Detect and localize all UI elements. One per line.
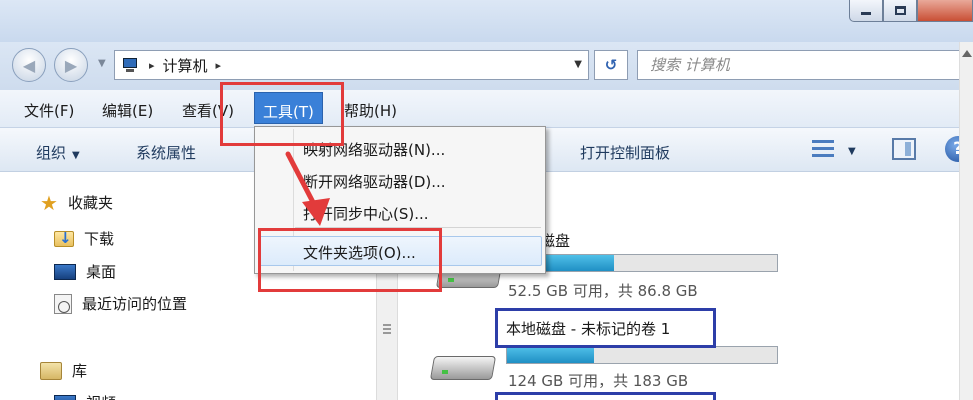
nav-recent-label: 最近访问的位置 (82, 295, 188, 313)
nav-videos[interactable]: 视频 (54, 392, 116, 400)
nav-library[interactable]: 库 (40, 360, 87, 381)
maximize-button[interactable] (883, 0, 917, 22)
drive-1-info: 52.5 GB 可用，共 86.8 GB (508, 282, 698, 300)
minimize-button[interactable] (849, 0, 883, 22)
forward-arrow-icon: ▶ (64, 55, 78, 75)
view-dropdown-icon[interactable]: ▼ (848, 146, 856, 157)
preview-pane-icon[interactable] (892, 138, 916, 160)
maximize-icon (894, 6, 906, 15)
drive-1-usage-bar (506, 254, 778, 272)
organize-label: 组织 (36, 144, 67, 162)
history-dropdown-icon[interactable]: ▼ (98, 58, 106, 69)
breadcrumb-computer[interactable]: 计算机 (163, 55, 208, 76)
nav-desktop[interactable]: 桌面 (54, 261, 116, 282)
computer-icon (121, 57, 141, 73)
title-bar (0, 0, 973, 42)
menu-file[interactable]: 文件(F) (24, 100, 74, 121)
back-button[interactable]: ◀ (12, 48, 46, 82)
highlight-box-tools-menu (220, 82, 344, 146)
vertical-scrollbar[interactable] (959, 42, 973, 400)
videos-icon (54, 394, 76, 400)
change-view-icon[interactable] (812, 138, 834, 160)
menu-edit[interactable]: 编辑(E) (102, 100, 153, 121)
menu-help[interactable]: 帮助(H) (344, 100, 397, 121)
scroll-up-icon[interactable] (962, 50, 972, 57)
menu-bar: 文件(F) 编辑(E) 查看(V) 工具(T) 帮助(H) (0, 90, 973, 128)
address-dropdown-icon[interactable]: ▼ (574, 59, 582, 70)
drive-2-usage-bar (506, 346, 778, 364)
search-box[interactable] (637, 50, 973, 80)
organize-button[interactable]: 组织 ▼ (36, 142, 80, 163)
red-arrow-icon (285, 151, 330, 226)
drive-2-usage-fill (507, 347, 594, 363)
star-icon: ★ (40, 190, 58, 215)
splitter-grip-icon (383, 324, 391, 334)
hard-disk-icon[interactable] (429, 350, 497, 380)
nav-desktop-label: 桌面 (86, 263, 117, 281)
window-controls (849, 0, 973, 22)
nav-favorites-label: 收藏夹 (67, 194, 113, 212)
highlight-box-blue (495, 308, 716, 348)
downloads-folder-icon (54, 229, 74, 247)
minimize-icon (861, 12, 871, 15)
highlight-box-blue-partial (495, 392, 716, 400)
recent-places-icon (54, 293, 72, 314)
nav-downloads-label: 下载 (84, 230, 115, 248)
nav-favorites[interactable]: ★ 收藏夹 (40, 192, 113, 213)
breadcrumb-separator[interactable]: ▸ (149, 59, 155, 72)
navigation-bar: ◀ ▶ ▼ ▸ 计算机 ▸ ▼ ↺ (0, 42, 973, 90)
highlight-box-folder-options (258, 228, 442, 292)
breadcrumb-separator[interactable]: ▸ (216, 59, 222, 72)
refresh-icon: ↺ (604, 56, 618, 74)
system-properties-button[interactable]: 系统属性 (136, 142, 196, 163)
open-control-panel-button[interactable]: 打开控制面板 (580, 142, 670, 163)
search-input[interactable] (650, 56, 950, 74)
library-icon (40, 361, 62, 380)
refresh-button[interactable]: ↺ (594, 50, 628, 80)
drive-2-info: 124 GB 可用，共 183 GB (508, 372, 689, 390)
back-arrow-icon: ◀ (22, 55, 36, 75)
forward-button[interactable]: ▶ (54, 48, 88, 82)
nav-videos-label: 视频 (86, 392, 116, 400)
nav-recent[interactable]: 最近访问的位置 (54, 293, 187, 314)
address-bar[interactable]: ▸ 计算机 ▸ ▼ (114, 50, 589, 80)
nav-downloads[interactable]: 下载 (54, 228, 114, 249)
chevron-down-icon: ▼ (72, 150, 80, 161)
close-button[interactable] (917, 0, 973, 22)
desktop-icon (54, 263, 76, 280)
nav-library-label: 库 (72, 362, 88, 380)
